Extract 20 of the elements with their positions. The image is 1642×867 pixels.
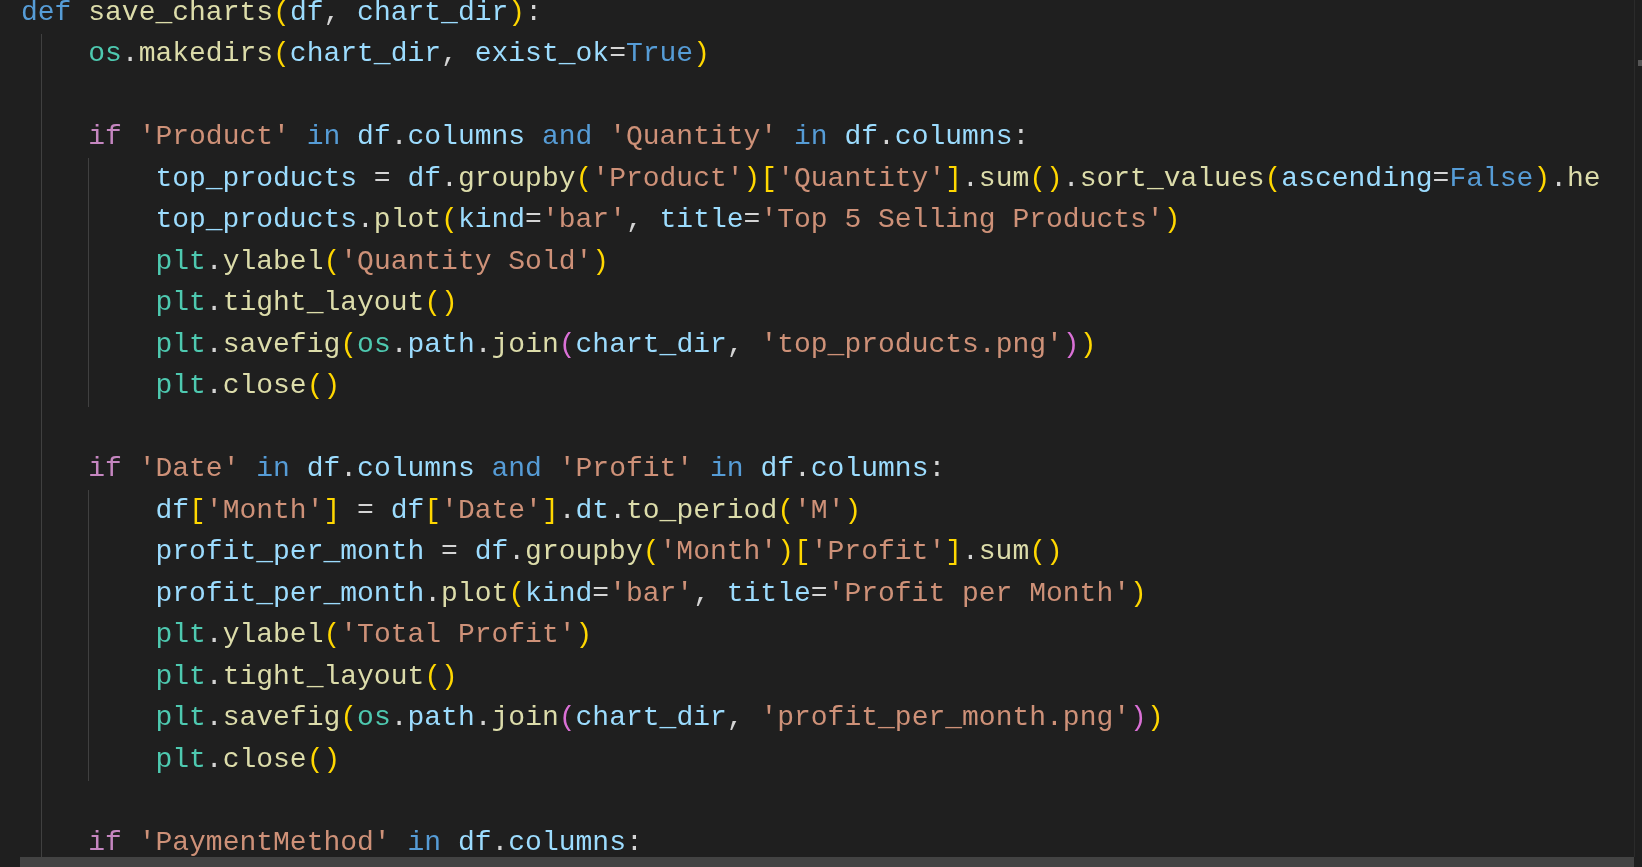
- code-line: plt.close(): [155, 369, 341, 404]
- code-line: plt.close(): [155, 742, 341, 777]
- code-line: plt.savefig(os.path.join(chart_dir, 'top_products.png')): [155, 327, 1097, 362]
- code-line: top_products = df.groupby('Product')['Quantity'].sum().sort_values(ascending=False).he: [155, 161, 1601, 196]
- code-line: if 'Date' in df.columns and 'Profit' in df.columns:: [88, 452, 946, 487]
- code-line: plt.tight_layout(): [155, 659, 458, 694]
- code-line: os.makedirs(chart_dir, exist_ok=True): [88, 37, 710, 72]
- code-line: profit_per_month.plot(kind='bar', title='Profit per Month'): [155, 576, 1147, 611]
- code-line: plt.tight_layout(): [155, 286, 458, 321]
- code-line: df['Month'] = df['Date'].dt.to_period('M'): [155, 493, 862, 528]
- horizontal-scrollbar[interactable]: [20, 857, 1634, 867]
- code-line: plt.ylabel('Quantity Sold'): [155, 244, 610, 279]
- code-line: top_products.plot(kind='bar', title='Top 5 Selling Products'): [155, 203, 1181, 238]
- code-line: if 'Product' in df.columns and 'Quantity' in df.columns:: [88, 120, 1030, 155]
- code-line: if 'PaymentMethod' in df.columns:: [88, 825, 643, 857]
- code-line: def save_charts(df, chart_dir):: [21, 0, 542, 30]
- vertical-scrollbar[interactable]: [1634, 0, 1642, 857]
- code-line: plt.ylabel('Total Profit'): [155, 618, 593, 653]
- code-line: profit_per_month = df.groupby('Month')['Profit'].sum(): [155, 535, 1063, 570]
- code-line: plt.savefig(os.path.join(chart_dir, 'profit_per_month.png')): [155, 701, 1164, 736]
